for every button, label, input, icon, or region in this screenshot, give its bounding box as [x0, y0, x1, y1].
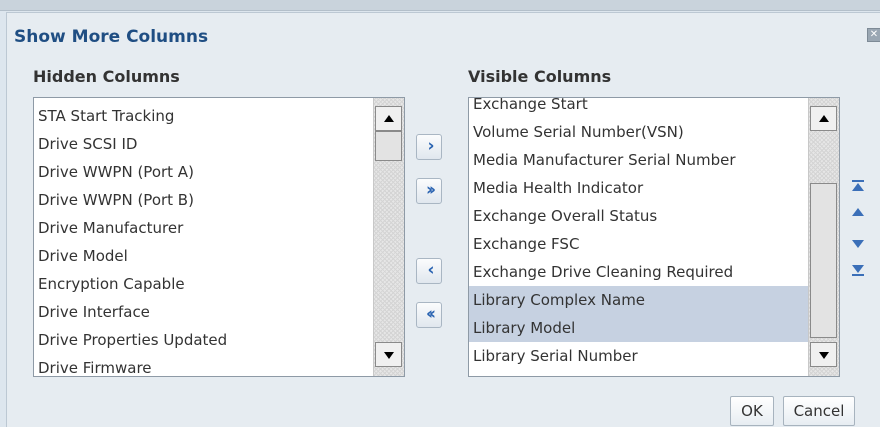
hidden-list-scrollbar[interactable] [373, 98, 404, 376]
underlying-page-strip [0, 0, 880, 11]
list-item[interactable]: Drive SCSI ID [34, 130, 227, 158]
list-item[interactable]: Media Manufacturer Serial Number [469, 146, 808, 174]
show-more-columns-dialog: Show More Columns ✕ Hidden Columns STA S… [6, 12, 880, 427]
visible-columns-header: Visible Columns [468, 67, 612, 86]
arrow-down-icon [384, 352, 394, 359]
list-item[interactable]: Library Serial Number [469, 342, 808, 370]
list-item[interactable]: Drive Manufacturer [34, 214, 227, 242]
move-all-left-icon: ‹‹ [425, 304, 436, 324]
list-item[interactable]: Drive Properties Updated [34, 326, 227, 354]
dialog-title: Show More Columns [14, 27, 209, 47]
hidden-columns-header: Hidden Columns [33, 67, 180, 86]
list-item[interactable]: Media Health Indicator [469, 174, 808, 202]
hidden-columns-list[interactable]: STA Start Tracking Drive SCSI ID Drive WWP… [33, 97, 405, 377]
move-all-right-icon: ›› [425, 180, 436, 200]
list-item[interactable]: Drive Model [34, 242, 227, 270]
list-item[interactable]: Exchange Drive Cleaning Required [469, 258, 808, 286]
list-item[interactable]: Exchange Start [469, 98, 808, 118]
arrow-down-icon [819, 352, 829, 359]
visible-columns-list[interactable]: Exchange Start Volume Serial Number(VSN) M… [468, 97, 840, 377]
scroll-thumb[interactable] [810, 183, 837, 338]
move-to-bottom-icon[interactable] [851, 263, 865, 277]
cancel-button[interactable]: Cancel [783, 396, 855, 426]
list-item[interactable]: Exchange FSC [469, 230, 808, 258]
scroll-up-button[interactable] [375, 106, 402, 131]
move-left-icon: ‹ [427, 260, 434, 280]
arrow-up-icon [819, 115, 829, 122]
remove-all-button[interactable]: ‹‹ [416, 302, 442, 328]
list-item[interactable]: Drive Interface [34, 298, 227, 326]
list-item[interactable]: Exchange Overall Status [469, 202, 808, 230]
ok-button[interactable]: OK [730, 396, 774, 426]
remove-selected-button[interactable]: ‹ [416, 258, 442, 284]
list-item[interactable]: Encryption Capable [34, 270, 227, 298]
list-item[interactable]: Library Model [469, 314, 808, 342]
list-item[interactable]: Drive Firmware [34, 354, 227, 376]
list-item[interactable]: Volume Serial Number(VSN) [469, 118, 808, 146]
move-down-icon[interactable] [851, 237, 865, 251]
move-right-icon: › [427, 136, 434, 156]
list-item[interactable]: Drive WWPN (Port B) [34, 186, 227, 214]
scroll-down-button[interactable] [375, 342, 402, 367]
scroll-thumb[interactable] [375, 131, 402, 161]
list-item[interactable]: STA Start Tracking [34, 102, 227, 130]
list-item[interactable]: Library Complex Name [469, 286, 808, 314]
move-all-button[interactable]: ›› [416, 178, 442, 204]
visible-list-scrollbar[interactable] [808, 98, 839, 376]
scroll-down-button[interactable] [810, 342, 837, 367]
move-to-top-icon[interactable] [851, 179, 865, 193]
scroll-up-button[interactable] [810, 106, 837, 131]
list-item[interactable]: Drive WWPN (Port A) [34, 158, 227, 186]
arrow-up-icon [384, 115, 394, 122]
move-up-icon[interactable] [851, 205, 865, 219]
close-icon[interactable]: ✕ [867, 28, 880, 42]
move-selected-button[interactable]: › [416, 134, 442, 160]
